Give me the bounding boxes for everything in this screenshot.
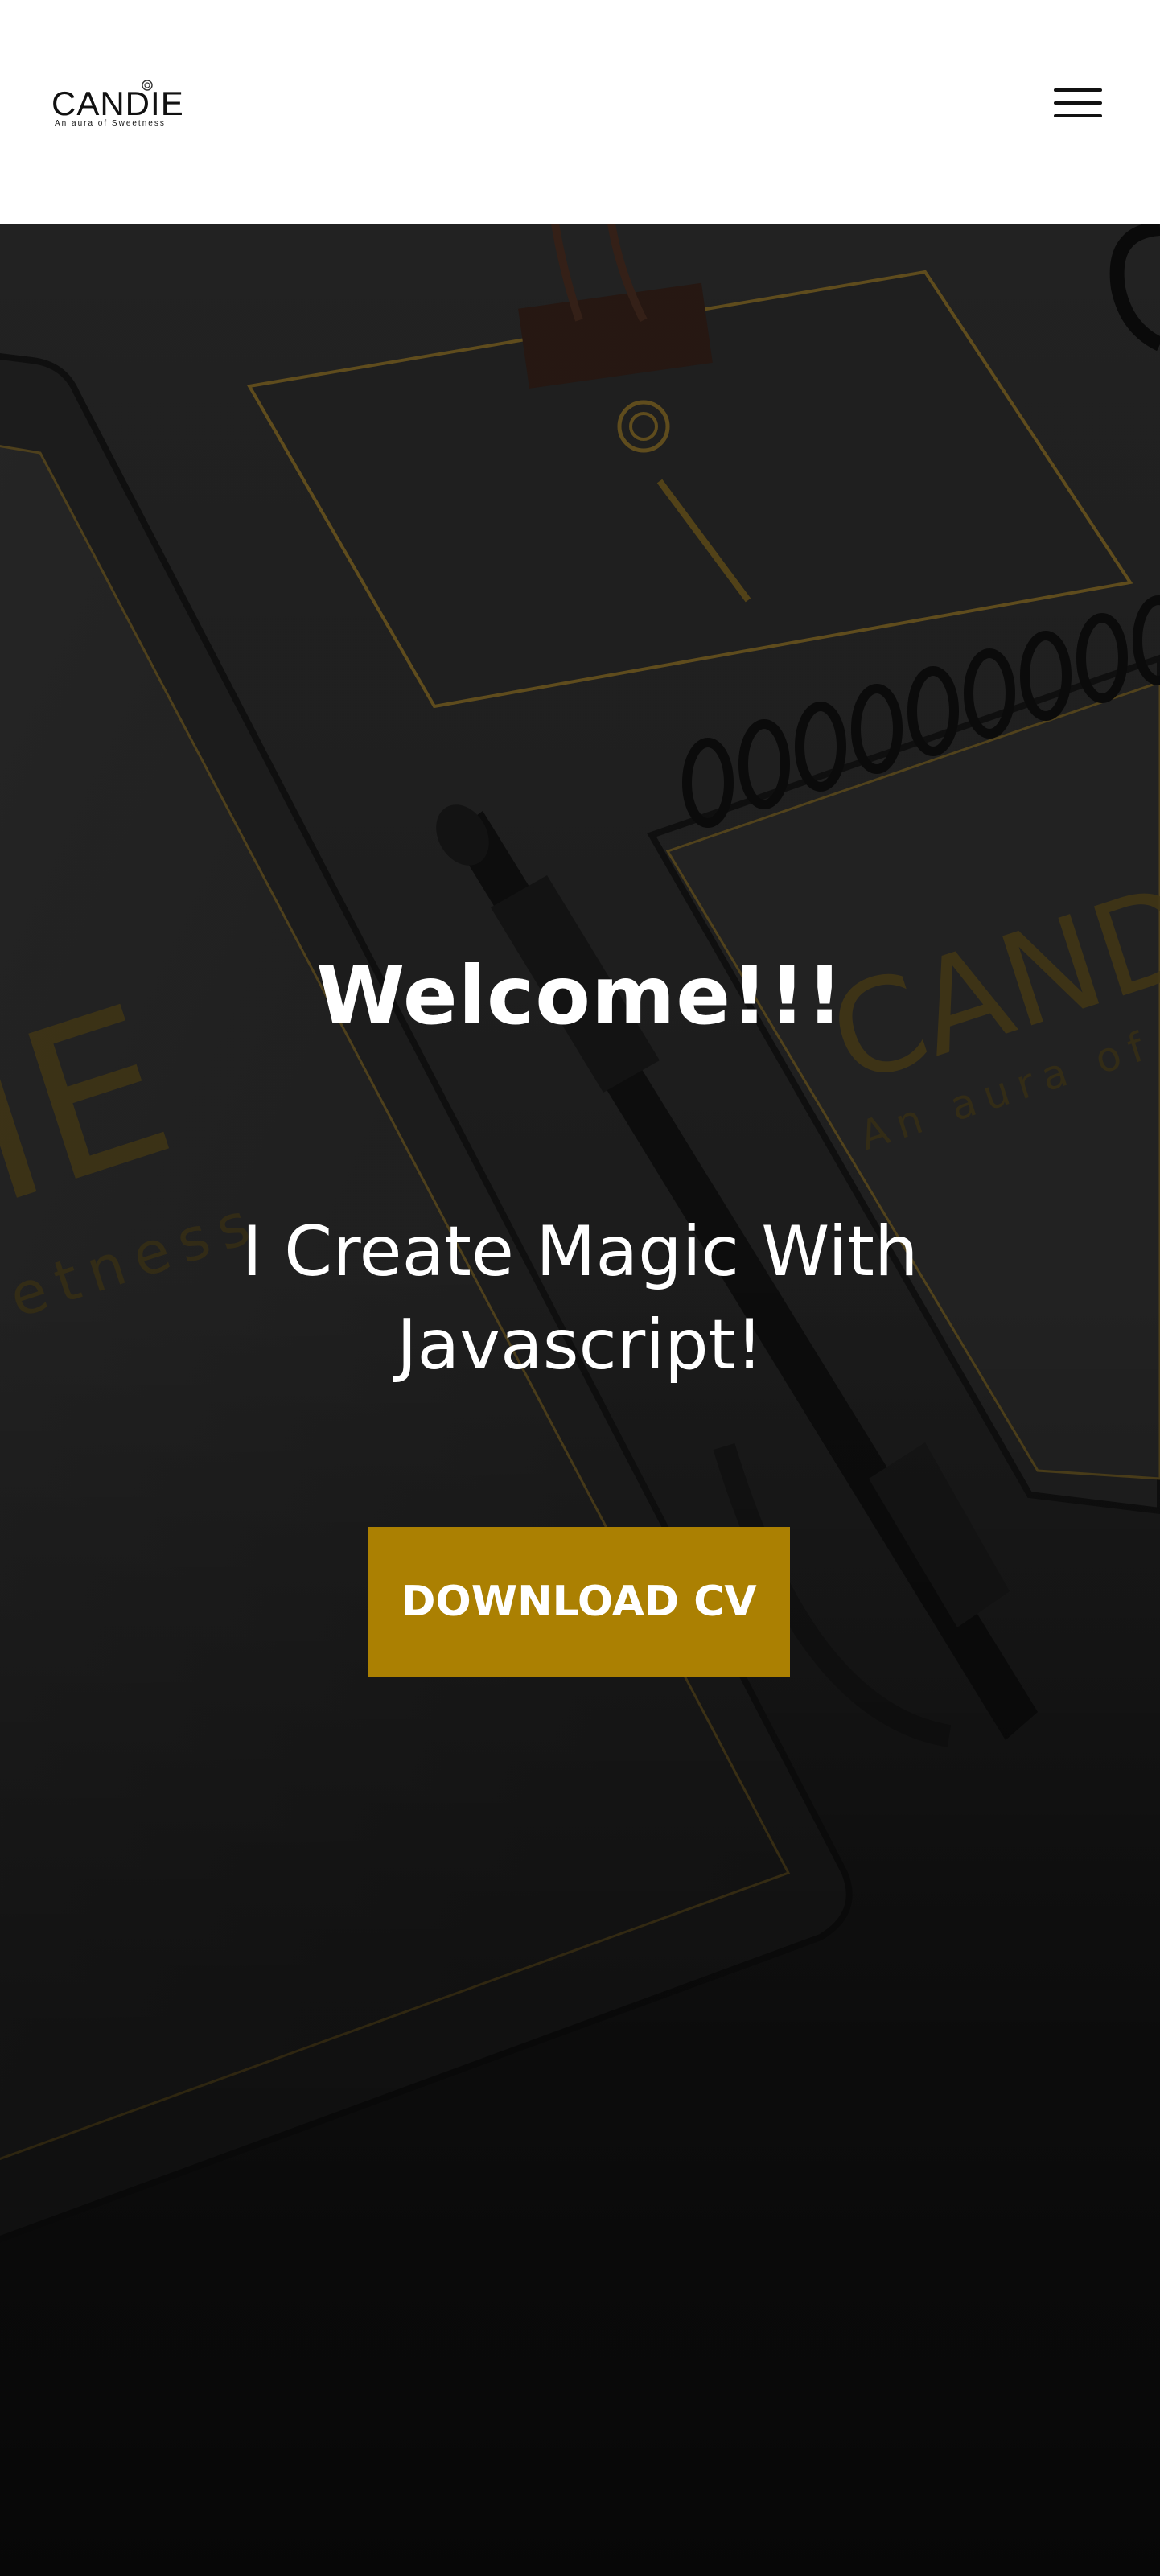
hero-title: Welcome!!! xyxy=(316,949,844,1043)
logo-swirl-icon xyxy=(142,80,153,91)
site-header: CANDIE An aura of Sweetness xyxy=(0,0,1160,224)
brand-logo[interactable]: CANDIE An aura of Sweetness xyxy=(51,80,183,132)
download-cv-button[interactable]: DOWNLOAD CV xyxy=(368,1527,790,1677)
hamburger-menu-icon[interactable] xyxy=(1049,80,1107,126)
hero-subtitle: I Create Magic With Javascript! xyxy=(241,1212,919,1386)
hero-overlay xyxy=(0,224,1160,2576)
logo-wordmark: CANDIE xyxy=(51,84,184,122)
logo-tagline: An aura of Sweetness xyxy=(55,119,166,128)
hero-section: IE etness CAND An aura of xyxy=(0,224,1160,2576)
